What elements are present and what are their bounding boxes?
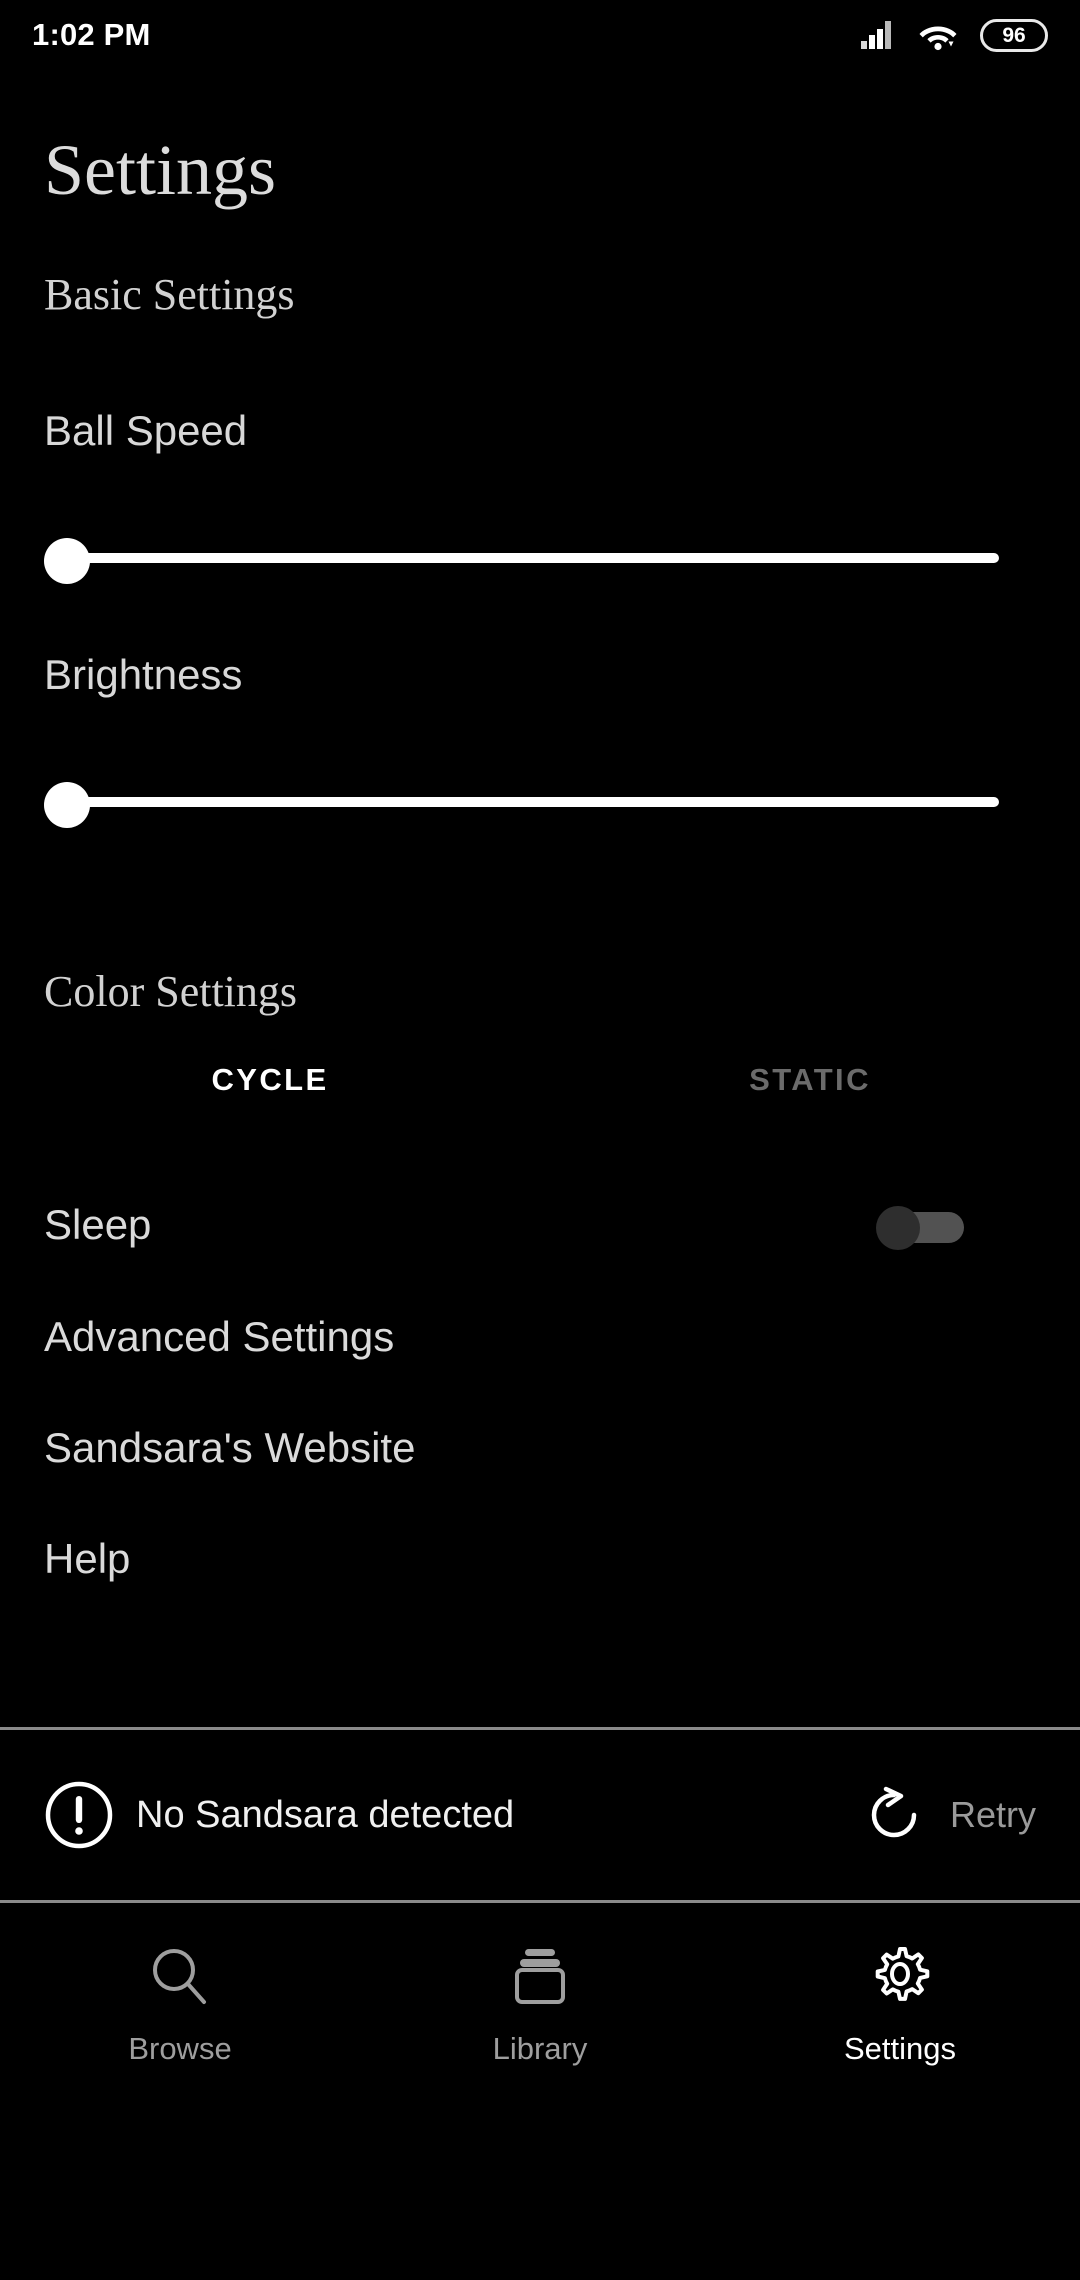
advanced-settings-label: Advanced Settings bbox=[44, 1313, 395, 1360]
status-bar-icons: 96 bbox=[860, 18, 1048, 52]
gear-icon[interactable] bbox=[867, 1943, 933, 2009]
section-header-color-settings: Color Settings bbox=[44, 967, 298, 1016]
refresh-icon[interactable] bbox=[864, 1785, 924, 1845]
battery-icon: 96 bbox=[980, 18, 1048, 52]
tab-cycle[interactable]: CYCLE bbox=[0, 1045, 540, 1115]
bottom-navigation-bar: Browse Library Settings bbox=[0, 1903, 1080, 2123]
color-mode-tabs: CYCLE STATIC bbox=[0, 1045, 1080, 1115]
brightness-slider-track[interactable] bbox=[68, 797, 999, 807]
brightness-label: Brightness bbox=[44, 651, 243, 698]
page-title: Settings bbox=[44, 130, 277, 210]
alert-circle-icon bbox=[45, 1781, 113, 1849]
nav-item-library[interactable]: Library bbox=[360, 1903, 720, 2123]
row-advanced-settings[interactable]: Advanced Settings bbox=[0, 1302, 1080, 1372]
settings-content: Settings Basic Settings Ball Speed Brigh… bbox=[0, 70, 1080, 1727]
connection-status-message: No Sandsara detected bbox=[136, 1794, 515, 1836]
search-icon[interactable] bbox=[147, 1943, 213, 2009]
row-sleep[interactable]: Sleep bbox=[0, 1190, 1080, 1260]
help-label: Help bbox=[44, 1535, 131, 1582]
section-header-basic-settings: Basic Settings bbox=[44, 270, 295, 319]
row-help[interactable]: Help bbox=[0, 1524, 1080, 1594]
nav-label-browse: Browse bbox=[128, 2031, 232, 2066]
tab-static[interactable]: STATIC bbox=[540, 1045, 1080, 1115]
status-bar-clock: 1:02 PM bbox=[32, 17, 151, 52]
sleep-label: Sleep bbox=[44, 1201, 152, 1248]
row-sandsara-website[interactable]: Sandsara's Website bbox=[0, 1413, 1080, 1483]
system-status-bar: 1:02 PM 96 bbox=[0, 0, 1080, 70]
library-icon[interactable] bbox=[507, 1943, 573, 2009]
ball-speed-label: Ball Speed bbox=[44, 407, 248, 454]
connection-status-bar: No Sandsara detected Retry bbox=[0, 1727, 1080, 1903]
sleep-toggle[interactable] bbox=[876, 1206, 964, 1250]
nav-item-browse[interactable]: Browse bbox=[0, 1903, 360, 2123]
nav-label-library: Library bbox=[492, 2031, 588, 2066]
signal-bars-icon bbox=[861, 21, 891, 49]
sleep-toggle-thumb bbox=[876, 1206, 920, 1250]
wifi-icon bbox=[919, 26, 957, 51]
nav-label-settings: Settings bbox=[843, 2031, 956, 2066]
app-screen: 1:02 PM 96 Settings Basic Settings Ball … bbox=[0, 0, 1080, 2280]
nav-item-settings[interactable]: Settings bbox=[720, 1903, 1080, 2123]
battery-level-label: 96 bbox=[1002, 23, 1026, 47]
brightness-slider-thumb[interactable] bbox=[44, 782, 90, 828]
brightness-slider[interactable] bbox=[44, 774, 999, 830]
sandsara-website-label: Sandsara's Website bbox=[44, 1424, 416, 1471]
ball-speed-slider-thumb[interactable] bbox=[44, 538, 90, 584]
ball-speed-slider[interactable] bbox=[44, 530, 999, 586]
ball-speed-slider-track[interactable] bbox=[68, 553, 999, 563]
retry-button[interactable]: Retry bbox=[864, 1785, 1036, 1845]
retry-label[interactable]: Retry bbox=[950, 1797, 1036, 1833]
